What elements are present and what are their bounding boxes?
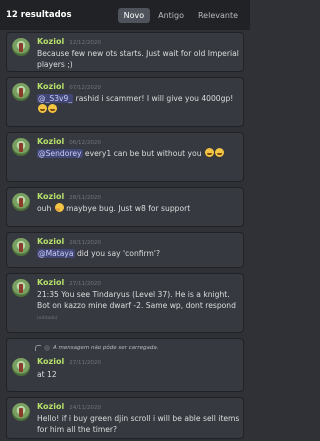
author-name[interactable]: Koziol xyxy=(37,137,64,146)
message-date: 27/11/2020 xyxy=(69,360,101,366)
edited-tag: (editado) xyxy=(37,316,58,321)
avatar[interactable] xyxy=(12,238,30,256)
message-body: rashid i scammer! I will give you 4000gp… xyxy=(73,94,234,103)
face-with-tears-of-joy-icon xyxy=(204,148,214,157)
message-date: 27/11/2020 xyxy=(69,281,101,287)
message-date: 28/11/2020 xyxy=(69,195,101,201)
message-body: ouh xyxy=(37,204,52,213)
message-body: 21:35 You see Tindaryus (Level 37). He i… xyxy=(37,290,236,310)
face-with-tears-of-joy-icon xyxy=(214,148,224,157)
author-name[interactable]: Koziol xyxy=(37,37,64,46)
message-body: every1 can be but without you xyxy=(82,149,202,158)
message-date: 07/12/2020 xyxy=(69,85,101,91)
avatar[interactable] xyxy=(12,358,30,376)
unavailable-message-icon xyxy=(44,345,50,351)
search-result[interactable]: A mensagem não pôde ser carregada. Kozio… xyxy=(6,338,244,392)
tab-antigo[interactable]: Antigo xyxy=(152,8,190,23)
message-text: @Mataya did you say 'confirm'? xyxy=(37,248,241,259)
thinking-face-icon xyxy=(54,203,64,212)
tab-novo[interactable]: Novo xyxy=(117,7,151,23)
message-text: at 12 xyxy=(37,370,57,379)
search-result[interactable]: Koziol 28/11/2020 ouh maybye bug. Just w… xyxy=(6,187,244,227)
author-name[interactable]: Koziol xyxy=(37,402,64,411)
message-body: did you say 'confirm'? xyxy=(74,249,161,258)
avatar[interactable] xyxy=(12,279,30,297)
message-text: ouh maybye bug. Just w8 for support xyxy=(37,203,241,214)
avatar[interactable] xyxy=(12,403,30,421)
face-with-tears-of-joy-icon xyxy=(38,104,47,113)
avatar[interactable] xyxy=(12,83,30,101)
message-text: @_S3v9_ rashid i scammer! I will give yo… xyxy=(37,93,241,115)
author-name[interactable]: Koziol xyxy=(37,82,64,91)
search-result[interactable]: Koziol 28/11/2020 @Mataya did you say 'c… xyxy=(6,232,244,268)
author-name[interactable]: Koziol xyxy=(37,278,64,287)
reply-note-text: A mensagem não pôde ser carregada. xyxy=(53,345,159,351)
author-name[interactable]: Koziol xyxy=(37,237,64,246)
search-result[interactable]: Koziol 12/12/2020 Because few new ots st… xyxy=(6,32,244,72)
message-body-continued: maybye bug. Just w8 for support xyxy=(63,204,191,213)
message-date: 28/11/2020 xyxy=(69,240,101,246)
search-results-header: 12 resultados Novo Antigo Relevante xyxy=(0,0,250,30)
search-result[interactable]: Koziol 06/12/2020 @Sendorey every1 can b… xyxy=(6,132,244,182)
message-date: 12/12/2020 xyxy=(69,40,101,46)
search-result[interactable]: Koziol 07/12/2020 @_S3v9_ rashid i scamm… xyxy=(6,77,244,127)
author-name[interactable]: Koziol xyxy=(37,192,64,201)
message-text: Hello! if i buy green djin scroll i will… xyxy=(37,414,240,434)
tab-relevante[interactable]: Relevante xyxy=(192,8,244,23)
search-result[interactable]: Koziol 27/11/2020 21:35 You see Tindaryu… xyxy=(6,273,244,333)
user-mention[interactable]: @Sendorey xyxy=(37,149,83,158)
author-name[interactable]: Koziol xyxy=(37,357,64,366)
reply-arrow-icon xyxy=(35,345,41,351)
sort-tabs: Novo Antigo Relevante xyxy=(116,7,244,23)
message-text: Because few new ots starts. Just wait fo… xyxy=(37,49,239,69)
search-results-list[interactable]: Koziol 12/12/2020 Because few new ots st… xyxy=(0,30,250,441)
user-mention[interactable]: @Mataya xyxy=(37,249,75,258)
message-date: 24/11/2020 xyxy=(69,405,101,411)
search-result[interactable]: Koziol 24/11/2020 Hello! if i buy green … xyxy=(6,397,244,439)
message-text: @Sendorey every1 can be but without you xyxy=(37,148,241,159)
avatar[interactable] xyxy=(12,138,30,156)
message-date: 06/12/2020 xyxy=(69,140,101,146)
avatar[interactable] xyxy=(12,38,30,56)
reply-context: A mensagem não pôde ser carregada. xyxy=(35,345,158,351)
avatar[interactable] xyxy=(12,193,30,211)
user-mention[interactable]: @_S3v9_ xyxy=(37,94,74,103)
message-text: 21:35 You see Tindaryus (Level 37). He i… xyxy=(37,289,241,324)
result-count: 12 resultados xyxy=(6,10,72,20)
face-with-tears-of-joy-icon xyxy=(48,104,57,113)
